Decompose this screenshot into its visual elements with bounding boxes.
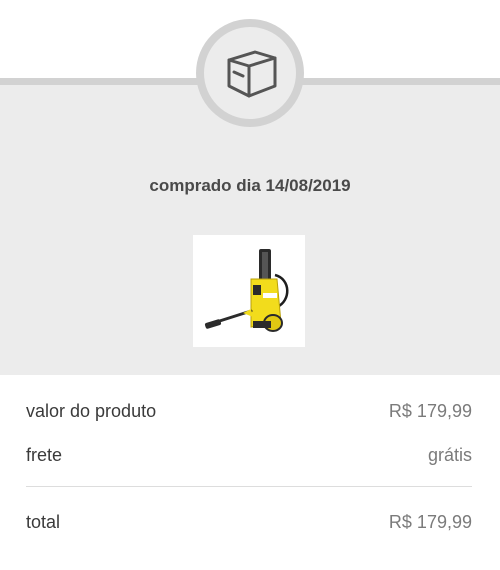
product-value-row: valor do produto R$ 179,99 <box>26 398 472 424</box>
total-row: total R$ 179,99 <box>26 509 472 535</box>
box-icon-badge <box>204 27 296 119</box>
total-label: total <box>26 511 61 532</box>
order-details-page: comprado dia 14/08/2019 valor do produto… <box>0 0 500 570</box>
product-value: R$ 179,99 <box>388 400 472 421</box>
order-summary: valor do produto R$ 179,99 frete grátis … <box>26 398 472 535</box>
product-image[interactable] <box>193 235 305 347</box>
summary-divider <box>26 486 472 487</box>
shipping-row: frete grátis <box>26 442 472 468</box>
shipping-label: frete <box>26 444 63 465</box>
pressure-washer-image <box>204 249 289 332</box>
product-value-label: valor do produto <box>26 400 157 421</box>
shipping-value: grátis <box>427 444 472 465</box>
total-value: R$ 179,99 <box>388 511 472 532</box>
box-icon <box>227 50 277 98</box>
purchase-date: comprado dia 14/08/2019 <box>149 176 351 195</box>
